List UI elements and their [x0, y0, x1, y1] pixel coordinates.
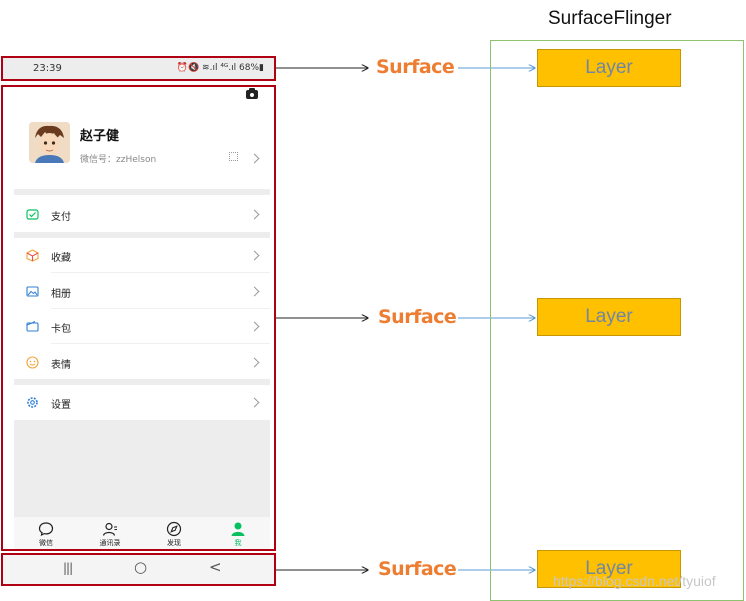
watermark: https://blog.csdn.net/tyuiof	[553, 573, 716, 589]
layer-box: Layer	[537, 49, 681, 87]
surface-label: Surface	[376, 56, 455, 78]
layer-box: Layer	[537, 298, 681, 336]
surfaceflinger-title: SurfaceFlinger	[548, 8, 672, 29]
surface-label: Surface	[378, 558, 457, 580]
surface-label: Surface	[378, 306, 457, 328]
